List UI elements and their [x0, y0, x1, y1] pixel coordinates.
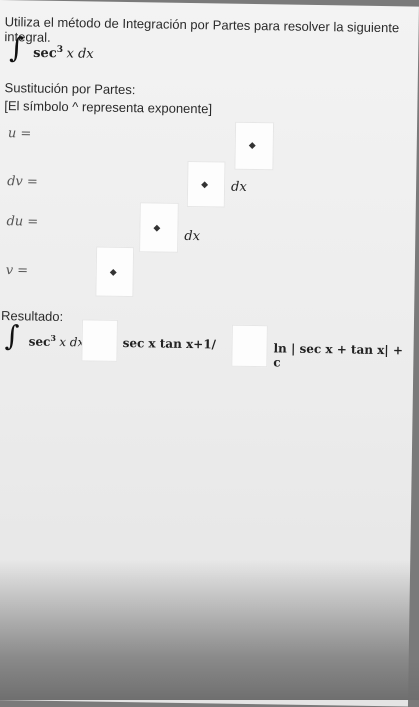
du-select-spinner-icon: ◆ [153, 222, 161, 233]
integral-sign: ∫ [8, 31, 25, 65]
v-select[interactable]: ◆ [95, 246, 135, 298]
dv-select[interactable]: ◆ [186, 160, 226, 208]
u-select-spinner-icon: ◆ [248, 139, 256, 151]
result-coefficient-1-input[interactable] [81, 319, 118, 362]
u-label: u = [7, 126, 32, 142]
du-dx-suffix: dx [184, 228, 201, 245]
dv-label: dv = [7, 174, 38, 190]
result-integral-sign-wrap: ∫ [4, 319, 20, 353]
bottom-shadow [0, 560, 419, 700]
integral-expression: ∫ [8, 31, 25, 65]
integral-exponent: 3 [56, 44, 64, 55]
integral-variable: x dx [66, 46, 94, 62]
dv-dx-suffix: dx [230, 179, 247, 195]
result-coefficient-2-input[interactable] [231, 324, 268, 368]
result-lhs-exponent: 3 [50, 332, 57, 343]
v-select-spinner-icon: ◆ [109, 266, 117, 277]
du-select[interactable]: ◆ [139, 202, 179, 253]
u-select[interactable]: ◆ [234, 121, 275, 171]
result-middle-term: sec x tan x+1/ [122, 335, 217, 352]
integral-body: sec3 x dx [33, 45, 94, 62]
result-tail-term: ln | sec x + tan x| + c [273, 341, 404, 370]
du-label: du = [6, 214, 39, 230]
integral-function: sec [33, 45, 57, 62]
result-lhs-function: sec [28, 334, 51, 349]
substitution-note: [El símbolo ^ representa exponente] [4, 98, 213, 117]
substitution-title: Sustitución por Partes: [4, 80, 136, 98]
dv-select-spinner-icon: ◆ [201, 179, 209, 190]
v-label: v = [5, 263, 29, 279]
result-integral-sign: ∫ [4, 319, 20, 353]
